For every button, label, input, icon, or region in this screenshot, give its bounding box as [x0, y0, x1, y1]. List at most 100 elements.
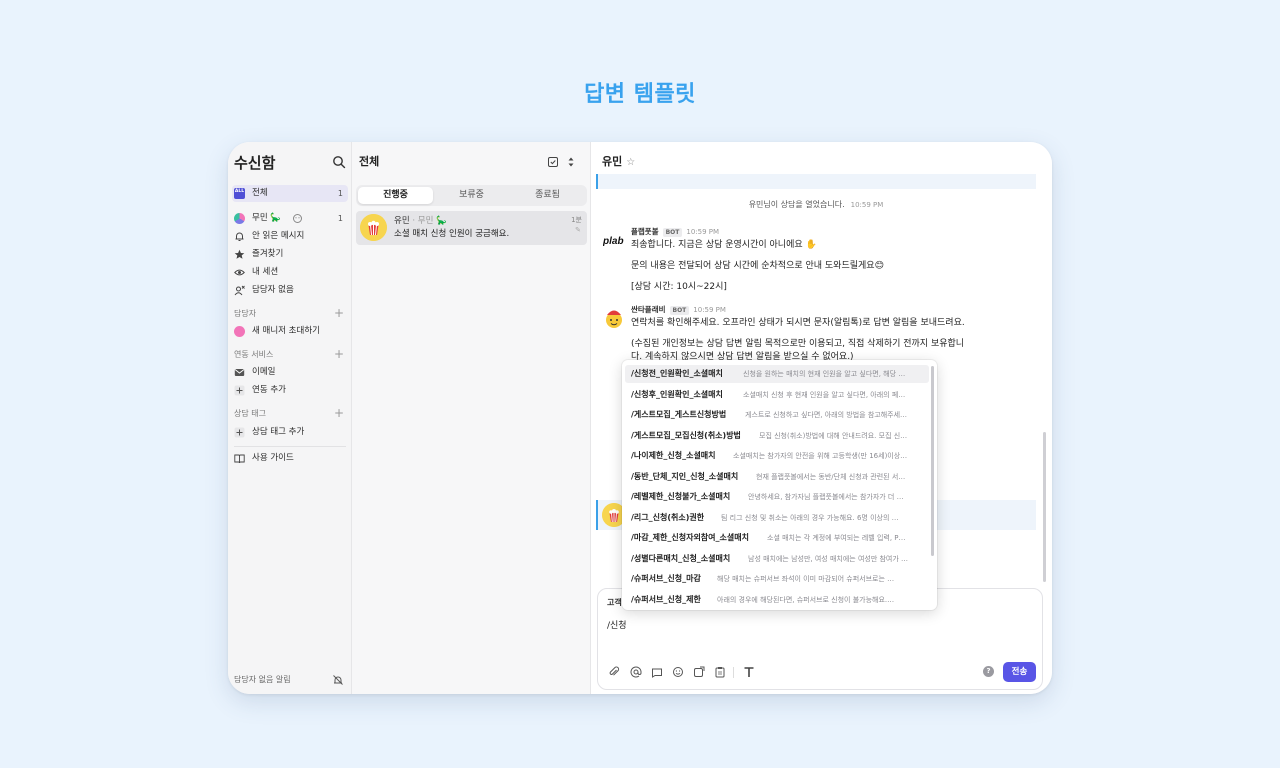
message-line: (수집된 개인정보는 상담 답변 알림 목적으로만 이용되고, 직접 삭제하기 …: [631, 339, 965, 349]
sidebar-item-favorites[interactable]: 즐겨찾기: [232, 246, 348, 263]
heart-avatar-icon: [234, 326, 245, 337]
plus-box-icon: [234, 427, 245, 438]
sidebar-header: 수신함: [234, 152, 346, 174]
tab-closed[interactable]: 종료됨: [510, 187, 585, 204]
sidebar-item-label: 담당자 없음: [252, 285, 294, 295]
template-desc: 남성 매치에는 남성만, 여성 매치에는 여성만 참여가 …: [748, 554, 909, 563]
svg-text:plab: plab: [603, 236, 624, 247]
all-icon: ALL: [234, 188, 245, 199]
template-key: /신청후_인원확인_소셜매치: [631, 389, 723, 399]
template-option[interactable]: /게스트모집_게스트신청방법 게스트로 신청하고 싶다면, 아래의 방법을 참고해…: [625, 406, 929, 424]
chat-header: 유민 ☆: [602, 152, 635, 172]
sidebar-item-guide[interactable]: 사용 가이드: [232, 450, 348, 467]
template-option[interactable]: /신청전_인원확인_소셜매치 신청을 원하는 매치의 현재 인원을 알고 싶다면,…: [625, 365, 929, 383]
add-status-icon[interactable]: [292, 213, 303, 224]
send-button[interactable]: 전송: [1003, 662, 1036, 682]
pin-icon: ✎: [575, 226, 581, 234]
sidebar-item-moomin[interactable]: 무민 🦕 1: [232, 210, 348, 227]
sidebar-item-label: 안 읽은 메시지: [252, 231, 305, 241]
bell-icon: [235, 232, 244, 241]
team-name: · 무민 🦕: [412, 216, 447, 226]
template-desc: 현재 플랩풋볼에서는 동반/단체 신청과 관련된 서…: [756, 472, 906, 481]
text-format-icon[interactable]: [743, 666, 755, 678]
search-icon[interactable]: [332, 155, 346, 169]
conversation-preview: 소셜 매치 신청 인원이 궁금해요.: [394, 229, 510, 239]
share-icon[interactable]: [693, 666, 705, 678]
composer-input[interactable]: /신청: [607, 618, 627, 631]
conversation-list-panel: 전체 진행중 보류중 종료됨 유민 · 무민 🦕 소셜 매치 신청 인원이 궁금…: [352, 142, 591, 694]
template-option[interactable]: /신청후_인원확인_소셜매치 소셜매치 신청 후 현재 인원을 알고 싶다면, 아…: [625, 386, 929, 404]
template-option[interactable]: /리그_신청(취소)권한 팀 리그 신청 및 취소는 아래의 경우 가능해요. 6…: [625, 509, 929, 527]
sidebar-item-all[interactable]: ALL 전체 1: [232, 185, 348, 202]
template-desc: 신청을 원하는 매치의 현재 인원을 알고 싶다면, 해당 …: [743, 370, 906, 378]
section-linked-services: 연동 서비스 +: [234, 348, 346, 362]
conversation-item[interactable]: 유민 · 무민 🦕 소셜 매치 신청 인원이 궁금해요. 1분 ✎: [356, 211, 587, 245]
template-desc: 게스트로 신청하고 싶다면, 아래의 방법을 참고해주세…: [745, 411, 908, 419]
add-service-icon[interactable]: +: [334, 348, 344, 360]
star-outline-icon[interactable]: ☆: [626, 157, 635, 168]
santa-emoji-icon: [606, 309, 623, 328]
system-message: 유민님이 상담을 열었습니다. 10:59 PM: [591, 199, 1041, 210]
checkbox-icon[interactable]: [547, 156, 559, 168]
template-key: /나이제한_신청_소셜매치: [631, 451, 716, 460]
sidebar-item-unassigned[interactable]: 담당자 없음: [232, 282, 348, 299]
emoji-icon[interactable]: [672, 666, 684, 678]
bot-tag: BOT: [662, 228, 683, 237]
template-option[interactable]: /동반_단체_지인_신청_소셜매치 현재 플랩풋볼에서는 동반/단체 신청과 관련…: [625, 468, 929, 486]
section-label: 담당자: [234, 309, 257, 318]
sidebar-item-add-link[interactable]: 연동 추가: [232, 382, 348, 399]
bell-off-icon[interactable]: [332, 674, 344, 686]
help-icon[interactable]: ?: [983, 666, 994, 677]
section-tags: 상담 태그 +: [234, 407, 346, 421]
bot-meta: 플랩풋볼 BOT 10:59 PM: [631, 226, 719, 238]
template-option[interactable]: /나이제한_신청_소셜매치 소셜매치는 참가자의 안전을 위해 고등학생(만 16…: [625, 447, 929, 465]
system-message-time: 10:59 PM: [850, 201, 884, 209]
template-icon[interactable]: [651, 666, 663, 678]
sidebar-item-label: 상담 태그 추가: [252, 427, 305, 437]
template-key: /성별다른매치_신청_소셜매치: [631, 553, 731, 563]
template-desc: 모집 신청(취소)방법에 대해 안내드려요. 모집 신…: [759, 431, 908, 440]
sidebar-item-label: 이메일: [252, 367, 276, 377]
add-tag-plus-icon[interactable]: +: [334, 407, 344, 419]
sidebar-item-unread[interactable]: 안 읽은 메시지: [232, 228, 348, 245]
message-time: 10:59 PM: [686, 228, 720, 236]
sidebar-item-invite-manager[interactable]: 새 매니저 초대하기: [232, 323, 348, 340]
plab-logo-icon: plab: [603, 236, 624, 247]
conversation-time: 1분: [571, 216, 582, 224]
template-key: /슈퍼서브_신청_마감: [631, 574, 701, 583]
chat-scrollbar[interactable]: [1043, 432, 1046, 582]
sort-icon[interactable]: [565, 156, 577, 168]
template-option[interactable]: /게스트모집_모집신청(취소)방법 모집 신청(취소)방법에 대해 안내드려요. …: [625, 427, 929, 445]
template-key: /리그_신청(취소)권한: [631, 512, 705, 522]
mention-icon[interactable]: [630, 666, 642, 678]
tab-in-progress[interactable]: 진행중: [358, 187, 433, 204]
system-message-text: 유민님이 상담을 열었습니다.: [748, 200, 845, 209]
bot-meta: 싼타플래비 BOT 10:59 PM: [631, 304, 726, 316]
template-key: /게스트모집_게스트신청방법: [631, 410, 727, 419]
clipboard-icon[interactable]: [714, 666, 726, 678]
composer-mode-label: 고객: [607, 598, 622, 607]
template-option[interactable]: /슈퍼서브_신청_마감 해당 매치는 슈퍼서브 좌석이 이미 마감되어 슈퍼서브로…: [625, 570, 929, 588]
template-option[interactable]: /성별다른매치_신청_소셜매치 남성 매치에는 남성만, 여성 매치에는 여성만 …: [625, 550, 929, 568]
template-option[interactable]: /레벨제한_신청불가_소셜매치 안녕하세요, 참가자님 플랩풋볼에서는 참가자가 …: [625, 488, 929, 506]
unassigned-alert-label: 담당자 없음 알림: [234, 675, 291, 684]
template-option[interactable]: /마감_제한_신청자외참여_소셜매치 소셜 매치는 각 계정에 부여되는 레벨 입…: [625, 529, 929, 547]
add-assignee-icon[interactable]: +: [334, 307, 344, 319]
tab-on-hold[interactable]: 보류중: [434, 187, 509, 204]
sidebar-item-label: 전체: [252, 188, 268, 198]
dropdown-scrollbar[interactable]: [931, 366, 934, 556]
team-avatar-icon: [234, 213, 245, 224]
sidebar-item-label: 새 매니저 초대하기: [252, 326, 320, 336]
bot-name: 싼타플래비: [631, 305, 666, 314]
sidebar-item-label: 내 세션: [252, 267, 279, 277]
sidebar-item-add-tag[interactable]: 상담 태그 추가: [232, 424, 348, 441]
template-desc: 팀 리그 신청 및 취소는 아래의 경우 가능해요. 6명 이상의 팀…: [721, 513, 899, 522]
attach-icon[interactable]: [608, 666, 620, 678]
sidebar-item-email[interactable]: 이메일: [232, 364, 348, 381]
template-desc: 안녕하세요, 참가자님 플랩풋볼에서는 참가자가 더 …: [748, 493, 904, 501]
bot-name: 플랩풋볼: [631, 227, 659, 236]
customer-name: 유민: [394, 216, 410, 226]
template-option[interactable]: /슈퍼서브_신청_제한 아래의 경우에 해당된다면, 슈퍼서브로 신청이 불가능해…: [625, 591, 929, 609]
count-badge: 1: [337, 214, 343, 223]
sidebar-item-my-sessions[interactable]: 내 세션: [232, 264, 348, 281]
